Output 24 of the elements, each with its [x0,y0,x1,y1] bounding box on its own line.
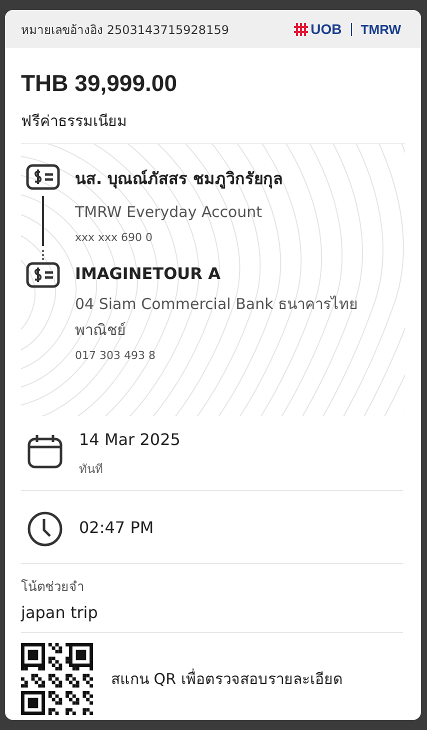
clock-icon [27,511,63,547]
qr-code-icon [21,643,93,715]
account-name: 04 Siam Commercial Bank ธนาคารไทยพาณิชย์ [75,294,360,341]
transfer-date: 14 Mar 2025 [79,430,180,449]
logo-brand: UOB [310,21,342,37]
logo-product: TMRW [360,22,401,36]
transfer-timing: ทันที [79,461,104,478]
qr-caption: สแกน QR เพื่อตรวจสอบรายละเอียด [111,668,343,690]
amount: THB 39,999.00 [21,70,178,97]
party-name: นส. บุณณ์ภัสสร ชมภูวิกรัยกุล [75,168,284,191]
account-name: TMRW Everyday Account [75,202,264,223]
connector-line [41,196,45,262]
memo-label: โน้ตช่วยจำ [21,578,85,597]
money-icon [26,164,60,190]
reference-number: หมายเลขอ้างอิง 2503143715928159 [21,22,229,38]
money-icon [26,262,60,288]
account-number: 017 303 493 8 [75,349,156,362]
fee-note: ฟรีค่าธรรมเนียม [21,111,128,132]
calendar-icon [27,434,63,470]
transfer-time: 02:47 PM [79,518,154,536]
party-name: IMAGINETOUR A [75,264,222,283]
account-number: xxx xxx 690 0 [75,231,154,244]
memo-text: japan trip [21,603,99,622]
bank-logo-icon [294,22,308,36]
